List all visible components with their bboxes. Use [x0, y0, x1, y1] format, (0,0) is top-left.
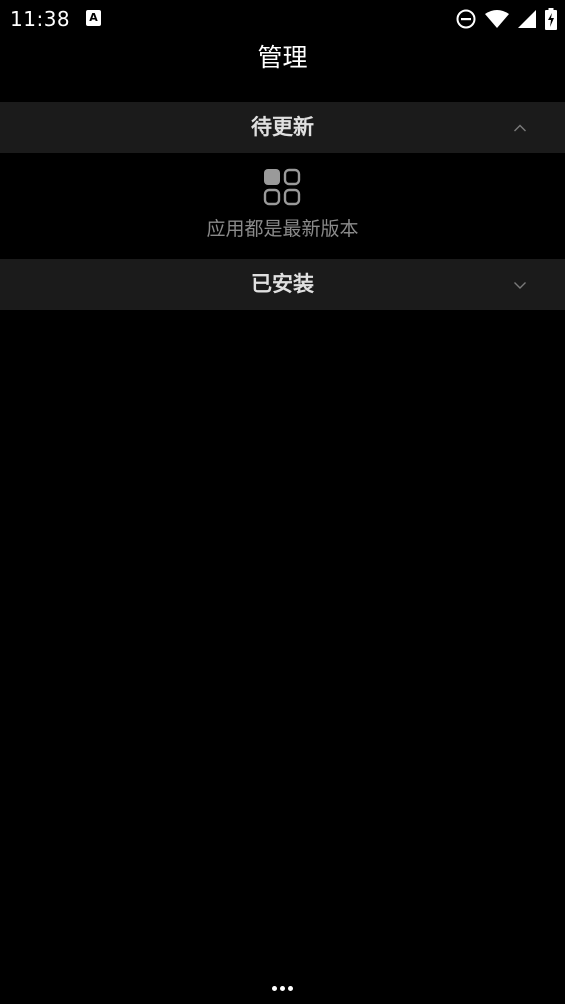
chevron-down-icon: [514, 282, 526, 289]
dot: [280, 985, 285, 991]
chevron-up-icon: [514, 124, 526, 132]
wifi-icon: [485, 10, 509, 28]
section-header-updates[interactable]: 待更新: [0, 102, 565, 153]
section-label-updates: 待更新: [251, 115, 314, 139]
battery-charging-icon: [545, 8, 557, 30]
apps-grid-icon: [263, 168, 301, 206]
status-icons: [456, 8, 557, 30]
status-bar: 11:38 A: [0, 0, 565, 38]
page-title: 管理: [257, 43, 308, 72]
status-time: 11:38: [10, 7, 71, 31]
cell-signal-icon: [518, 10, 536, 28]
empty-state-message: 应用都是最新版本: [206, 218, 359, 240]
dot: [288, 985, 293, 991]
more-dots-icon[interactable]: [272, 984, 294, 992]
dot: [272, 985, 277, 991]
do-not-disturb-icon: [456, 9, 476, 29]
section-label-installed: 已安装: [251, 272, 314, 296]
section-header-installed[interactable]: 已安装: [0, 259, 565, 310]
a-letter-icon: A: [86, 10, 101, 26]
empty-state: 应用都是最新版本: [0, 153, 565, 259]
